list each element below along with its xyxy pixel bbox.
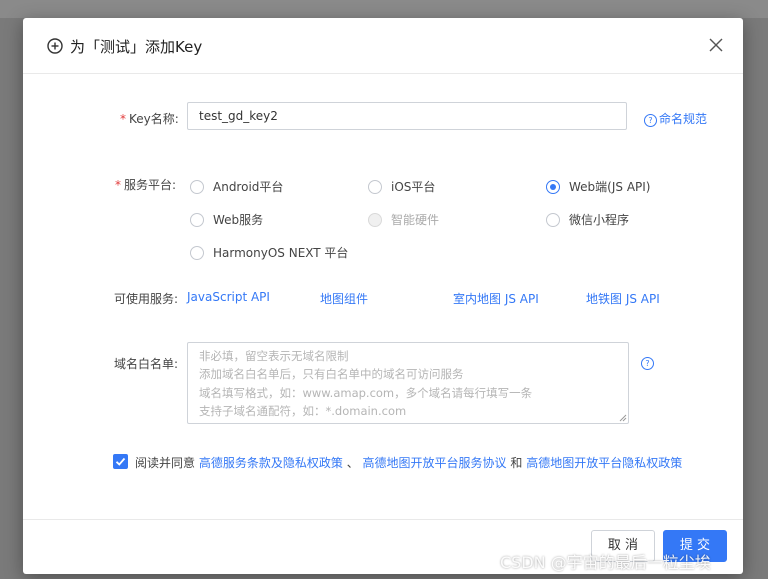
required-mark: * [115,178,121,192]
service-link-indoor-map[interactable]: 室内地图 JS API [453,290,539,307]
whitelist-help-link[interactable]: ? [641,355,656,370]
whitelist-textarea[interactable] [187,342,629,424]
radio-circle [190,212,204,227]
csdn-watermark: CSDN @宇宙的最后一粒尘埃 [500,553,711,572]
add-circle-icon [47,38,63,54]
agreement-text: 阅读并同意 高德服务条款及隐私权政策 、 高德地图开放平台服务协议 和 高德地图… [135,456,683,470]
naming-rules-link[interactable]: ? 命名规范 [644,110,707,127]
question-icon: ? [644,114,657,127]
required-mark: * [120,112,126,126]
checkmark-icon [115,457,126,466]
add-key-dialog: 为「测试」添加Key *Key名称: ?命名规范 *服务平台: Android平… [23,18,743,574]
service-agreement-link[interactable]: 高德地图开放平台服务协议 [363,456,507,470]
radio-ios[interactable]: iOS平台 [368,178,435,195]
radio-web-service[interactable]: Web服务 [190,211,263,228]
services-label: 可使用服务: [114,292,179,306]
resize-grip-icon[interactable] [619,414,627,422]
whitelist-label: 域名白名单: [114,357,179,371]
service-link-subway-map[interactable]: 地铁图 JS API [586,290,660,307]
radio-circle [190,179,204,194]
radio-harmonyos[interactable]: HarmonyOS NEXT 平台 [190,244,348,261]
radio-android[interactable]: Android平台 [190,178,283,195]
question-icon: ? [641,357,654,370]
radio-circle [546,179,560,194]
background-band [0,0,768,18]
radio-circle [190,245,204,260]
radio-web-jsapi[interactable]: Web端(JS API) [546,178,650,195]
radio-circle [368,179,382,194]
key-name-label: * Key名称: [120,112,179,126]
radio-wechat-miniprogram[interactable]: 微信小程序 [546,211,629,228]
radio-circle [368,212,382,227]
key-name-input[interactable] [187,102,627,130]
dialog-footer-divider [23,519,743,520]
platform-label: * 服务平台: [115,178,177,192]
terms-privacy-link[interactable]: 高德服务条款及隐私权政策 [199,456,343,470]
radio-circle [546,212,560,227]
service-link-map-component[interactable]: 地图组件 [320,290,368,307]
dialog-header: 为「测试」添加Key [23,18,743,74]
close-icon[interactable] [709,38,723,52]
privacy-policy-link[interactable]: 高德地图开放平台隐私权政策 [526,456,682,470]
dialog-title: 为「测试」添加Key [70,38,203,56]
agree-checkbox[interactable] [113,454,128,469]
radio-smart-hardware: 智能硬件 [368,211,439,228]
service-link-javascript-api[interactable]: JavaScript API [187,290,270,304]
